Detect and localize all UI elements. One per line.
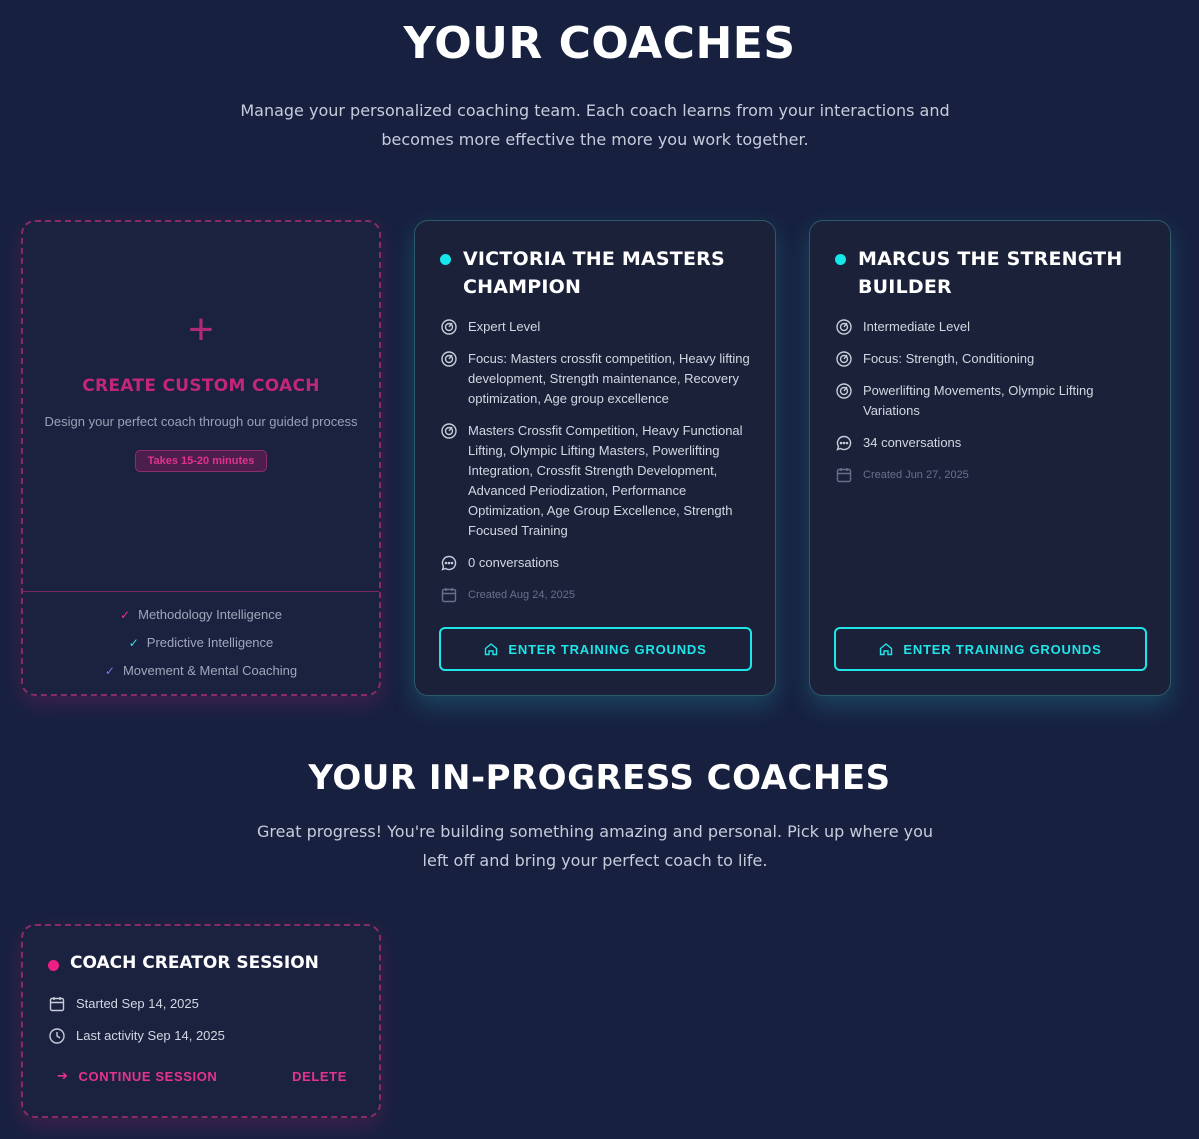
page-subtitle: Manage your personalized coaching team. … bbox=[240, 101, 950, 149]
feature-item: ✓ Predictive Intelligence bbox=[128, 635, 274, 650]
coach-level-row: Intermediate Level bbox=[835, 317, 1150, 337]
enter-training-grounds-button[interactable]: ENTER TRAINING GROUNDS bbox=[439, 627, 752, 671]
target-icon bbox=[441, 351, 457, 367]
coach-focus-row: Focus: Masters crossfit competition, Hea… bbox=[440, 349, 755, 409]
in-progress-subtitle: Great progress! You're building somethin… bbox=[256, 822, 934, 870]
coach-conversations-row: 0 conversations bbox=[440, 553, 755, 573]
page-title: YOUR COACHES bbox=[403, 18, 796, 69]
status-dot bbox=[835, 254, 846, 265]
chat-bubble-icon bbox=[836, 435, 852, 451]
create-coach-title: CREATE CUSTOM COACH bbox=[82, 376, 320, 396]
target-icon bbox=[441, 319, 457, 335]
create-coach-description: Design your perfect coach through our gu… bbox=[44, 414, 358, 429]
delete-session-button[interactable]: DELETE bbox=[292, 1068, 347, 1084]
clock-icon bbox=[49, 1028, 65, 1044]
target-icon bbox=[836, 319, 852, 335]
coach-card: MARCUS THE STRENGTH BUILDER Intermediate… bbox=[809, 220, 1171, 696]
coach-creator-session-card: COACH CREATOR SESSION Started Sep 14, 20… bbox=[21, 924, 381, 1118]
continue-session-button[interactable]: ➔ CONTINUE SESSION bbox=[57, 1068, 217, 1084]
create-custom-coach-card[interactable]: + CREATE CUSTOM COACH Design your perfec… bbox=[21, 220, 381, 696]
coach-conversations-row: 34 conversations bbox=[835, 433, 1150, 453]
arrow-right-icon: ➔ bbox=[57, 1068, 69, 1083]
home-icon bbox=[880, 643, 893, 656]
target-icon bbox=[836, 383, 852, 399]
session-started-row: Started Sep 14, 2025 bbox=[48, 994, 225, 1014]
enter-training-grounds-button[interactable]: ENTER TRAINING GROUNDS bbox=[834, 627, 1147, 671]
target-icon bbox=[836, 351, 852, 367]
divider bbox=[23, 591, 379, 592]
status-dot bbox=[48, 960, 59, 971]
calendar-icon bbox=[836, 468, 852, 483]
duration-badge: Takes 15-20 minutes bbox=[134, 450, 268, 472]
session-last-activity-row: Last activity Sep 14, 2025 bbox=[48, 1026, 225, 1046]
coach-created-row: Created Jun 27, 2025 bbox=[835, 465, 1150, 485]
coach-level-row: Expert Level bbox=[440, 317, 755, 337]
check-icon: ✓ bbox=[128, 636, 139, 650]
calendar-icon bbox=[441, 588, 457, 603]
calendar-icon bbox=[49, 997, 65, 1012]
status-dot bbox=[440, 254, 451, 265]
check-icon: ✓ bbox=[120, 608, 131, 622]
session-title: COACH CREATOR SESSION bbox=[70, 953, 319, 973]
check-icon: ✓ bbox=[104, 664, 115, 678]
feature-item: ✓ Methodology Intelligence bbox=[120, 607, 282, 622]
coach-name: MARCUS THE STRENGTH BUILDER bbox=[858, 248, 1123, 298]
coaches-page: YOUR COACHES Manage your personalized co… bbox=[0, 0, 1199, 1139]
coach-specialties-row: Powerlifting Movements, Olympic Lifting … bbox=[835, 381, 1150, 421]
feature-list: ✓ Methodology Intelligence ✓ Predictive In… bbox=[23, 605, 379, 689]
coach-card: VICTORIA THE MASTERS CHAMPION Expert Lev… bbox=[414, 220, 776, 696]
plus-icon: + bbox=[188, 305, 214, 354]
feature-item: ✓ Movement & Mental Coaching bbox=[104, 663, 298, 678]
coach-name: VICTORIA THE MASTERS CHAMPION bbox=[463, 248, 725, 298]
chat-bubble-icon bbox=[441, 555, 457, 571]
target-icon bbox=[441, 423, 457, 439]
coach-specialties-row: Masters Crossfit Competition, Heavy Func… bbox=[440, 421, 755, 541]
coach-focus-row: Focus: Strength, Conditioning bbox=[835, 349, 1150, 369]
in-progress-title: YOUR IN-PROGRESS COACHES bbox=[308, 758, 891, 798]
coach-created-row: Created Aug 24, 2025 bbox=[440, 585, 755, 605]
home-icon bbox=[485, 643, 498, 656]
